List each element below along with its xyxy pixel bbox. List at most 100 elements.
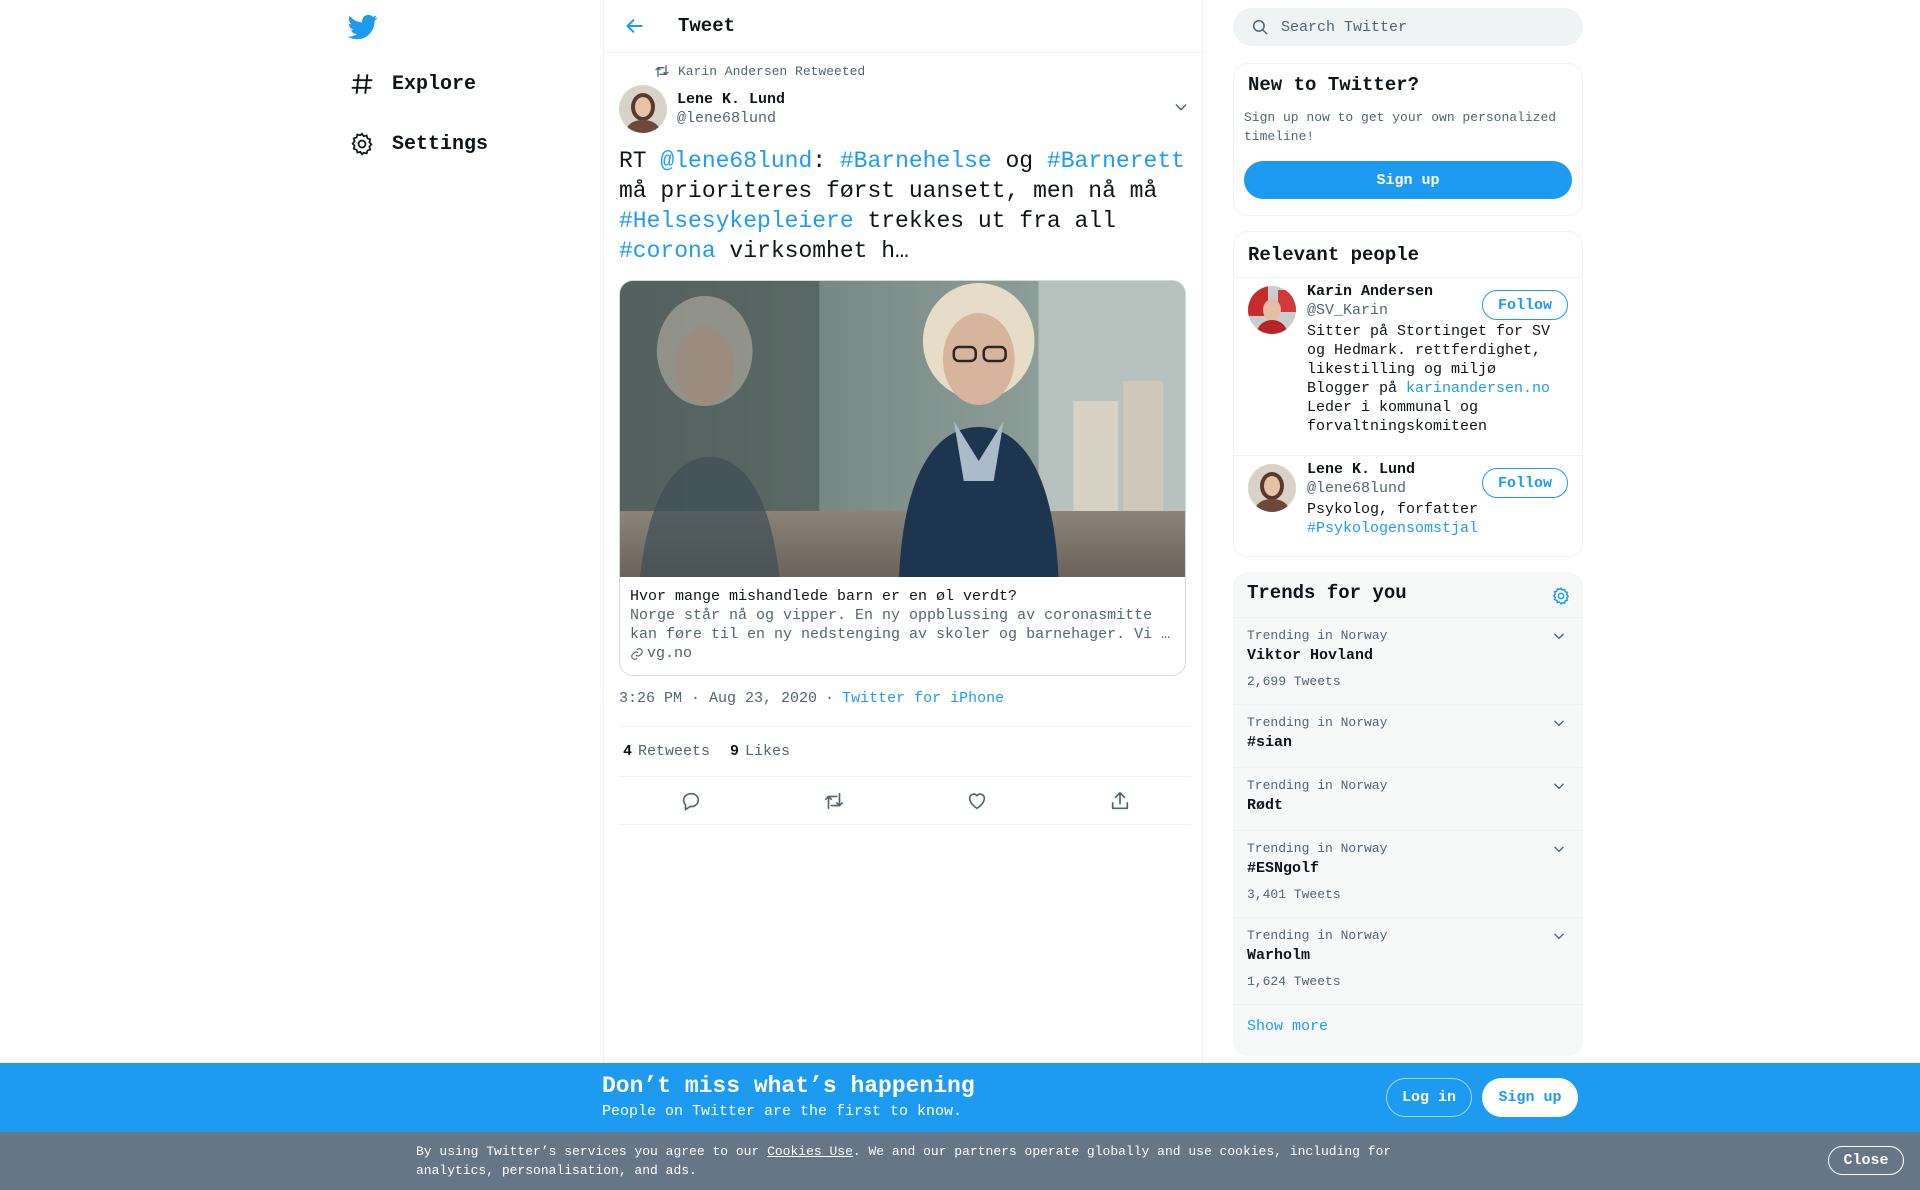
close-cookie-button[interactable]: Close [1828, 1146, 1904, 1175]
trend-count: 1,624 Tweets [1247, 974, 1341, 989]
tweet-menu-chevron-icon[interactable] [1171, 97, 1191, 117]
author-avatar[interactable] [619, 85, 667, 133]
card-domain-text: vg.no [647, 645, 693, 662]
chevron-down-icon[interactable] [1549, 839, 1569, 859]
tweet-actions [619, 777, 1191, 825]
heart-icon [968, 792, 985, 809]
trend-name: Rødt [1247, 797, 1284, 814]
share-button[interactable] [1103, 784, 1137, 818]
text-mid2: trekkes ut fra all [853, 208, 1116, 234]
card-image [620, 281, 1185, 577]
chevron-down-icon[interactable] [1549, 776, 1569, 796]
search-input[interactable] [1281, 18, 1561, 36]
retweet-count[interactable]: 4 [623, 743, 632, 760]
trend-item[interactable]: Trending in Norway #sian [1233, 704, 1583, 767]
follow-button[interactable]: Follow [1482, 468, 1568, 498]
like-count[interactable]: 9 [730, 743, 739, 760]
signup-button[interactable]: Sign up [1482, 1078, 1578, 1117]
tweet-source-link[interactable]: Twitter for iPhone [842, 690, 1004, 707]
cookie-banner: By using Twitter’s services you agree to… [0, 1132, 1920, 1190]
trend-name: #ESNgolf [1247, 860, 1320, 877]
trend-item[interactable]: Trending in Norway Viktor Hovland 2,699 … [1233, 617, 1583, 704]
banner-subtitle: People on Twitter are the first to know. [602, 1103, 963, 1120]
mention-link[interactable]: @lene68lund [660, 148, 812, 174]
trend-item[interactable]: Trending in Norway Warholm 1,624 Tweets [1233, 917, 1583, 1004]
author-handle[interactable]: @lene68lund [677, 109, 785, 128]
back-button[interactable] [617, 8, 653, 44]
nav-label-explore: Explore [392, 72, 477, 96]
chevron-down-icon[interactable] [1549, 926, 1569, 946]
like-button[interactable] [960, 784, 994, 818]
link-icon [631, 647, 643, 660]
like-label[interactable]: Likes [745, 743, 790, 760]
page-header: Tweet [604, 0, 1202, 53]
bio-prefix: Blogger på [1307, 380, 1407, 397]
text-mid: må prioriteres først uansett, men nå må [619, 178, 1158, 204]
reply-icon [682, 792, 699, 811]
person-lene-k-lund[interactable]: Lene K. Lund @lene68lund Follow Psykolog… [1234, 456, 1582, 556]
signup-banner: Don’t miss what’s happening People on Tw… [0, 1063, 1920, 1132]
meta-separator: · [825, 690, 835, 707]
twitter-bird-icon[interactable] [347, 12, 378, 42]
banner-title: Don’t miss what’s happening [602, 1073, 975, 1099]
page-title: Tweet [678, 15, 736, 37]
relevant-people-panel: Relevant people Karin Andersen @SV_Karin… [1233, 231, 1583, 557]
new-to-twitter-title: New to Twitter? [1248, 74, 1420, 96]
sidebar-signup-button[interactable]: Sign up [1244, 161, 1572, 199]
rt-prefix: RT [619, 148, 661, 174]
nav-item-explore[interactable]: Explore [348, 69, 476, 99]
cookie-text: By using Twitter’s services you agree to… [416, 1142, 1416, 1180]
person-name[interactable]: Karin Andersen [1307, 283, 1433, 300]
person-handle[interactable]: @lene68lund [1307, 480, 1406, 497]
person-karin-andersen[interactable]: Karin Andersen @SV_Karin Follow Sitter p… [1234, 278, 1582, 454]
relevant-people-title: Relevant people [1248, 244, 1420, 266]
nav-item-settings[interactable]: Settings [348, 129, 488, 159]
author-name[interactable]: Lene K. Lund [677, 90, 785, 109]
trend-context: Trending in Norway [1247, 928, 1388, 943]
cookies-use-link[interactable]: Cookies Use [767, 1144, 853, 1159]
trend-name: Viktor Hovland [1247, 647, 1374, 664]
tweet-stats: 4 Retweets 9 Likes [619, 726, 1191, 777]
hashtag-link[interactable]: #Barnehelse [840, 148, 992, 174]
bio-line: Psykolog, forfatter [1307, 501, 1479, 518]
retweet-icon [824, 792, 843, 809]
back-arrow-icon [626, 19, 643, 33]
link-preview-card[interactable]: Hvor mange mishandlede barn er en øl ver… [619, 280, 1186, 676]
bio-line: forvaltningskomiteen [1307, 418, 1488, 435]
card-title: Hvor mange mishandlede barn er en øl ver… [630, 588, 1018, 605]
show-more-link[interactable]: Show more [1247, 1018, 1328, 1035]
trend-item[interactable]: Trending in Norway Rødt [1233, 767, 1583, 830]
nav-label-settings: Settings [392, 132, 489, 156]
trends-title: Trends for you [1247, 582, 1407, 604]
divider [1233, 1004, 1583, 1005]
bio-hashtag-link[interactable]: #Psykologensomstjal [1307, 519, 1577, 538]
chevron-down-icon[interactable] [1549, 713, 1569, 733]
reply-button[interactable] [674, 784, 708, 818]
login-button[interactable]: Log in [1386, 1078, 1472, 1117]
tweet-timestamp[interactable]: 3:26 PM · Aug 23, 2020 [619, 690, 817, 707]
retweeted-by-text: Karin Andersen Retweeted [678, 63, 866, 79]
trend-context: Trending in Norway [1247, 628, 1388, 643]
chevron-down-icon[interactable] [1549, 626, 1569, 646]
gear-icon [348, 130, 376, 158]
avatar[interactable] [1248, 464, 1296, 512]
avatar[interactable] [1248, 286, 1296, 334]
trends-gear-icon[interactable] [1547, 582, 1575, 610]
hashtag-link[interactable]: #corona [619, 238, 716, 264]
bio-line: Leder i kommunal og [1307, 399, 1479, 416]
text-end: virksomhet h… [715, 238, 909, 264]
follow-button[interactable]: Follow [1482, 290, 1568, 320]
new-to-twitter-description: Sign up now to get your own personalized… [1244, 110, 1557, 144]
bio-website-link[interactable]: karinandersen.no [1406, 380, 1550, 397]
retweet-label[interactable]: Retweets [638, 743, 710, 760]
hashtag-link[interactable]: #Barnerett [1047, 148, 1185, 174]
person-handle[interactable]: @SV_Karin [1307, 302, 1388, 319]
retweet-small-icon [655, 65, 669, 77]
retweet-context: Karin Andersen Retweeted [654, 63, 865, 79]
person-name[interactable]: Lene K. Lund [1307, 461, 1415, 478]
trend-item[interactable]: Trending in Norway #ESNgolf 3,401 Tweets [1233, 830, 1583, 917]
retweet-button[interactable] [817, 784, 851, 818]
search-bar[interactable] [1233, 8, 1583, 46]
search-icon [1252, 19, 1268, 35]
hashtag-link[interactable]: #Helsesykepleiere [619, 208, 854, 234]
